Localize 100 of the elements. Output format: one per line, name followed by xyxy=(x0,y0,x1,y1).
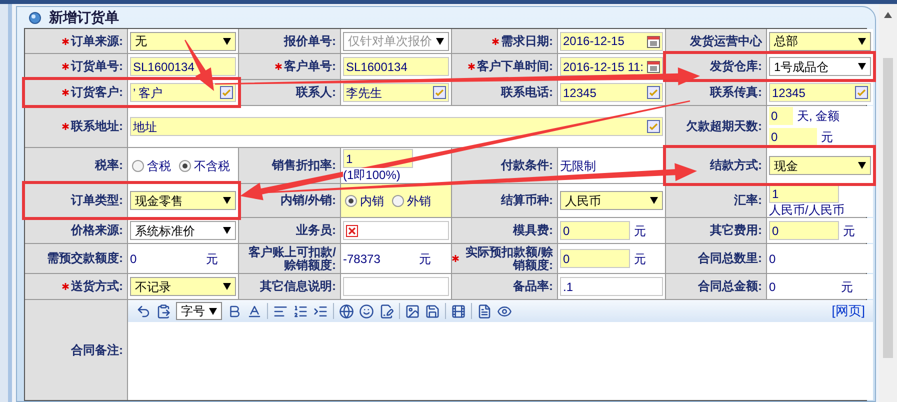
numbered-list-icon[interactable] xyxy=(293,304,308,318)
dropdown[interactable]: 总部 xyxy=(769,32,871,50)
input-field[interactable]: 12345 xyxy=(769,83,871,102)
calendar-icon[interactable] xyxy=(647,34,660,48)
input-field[interactable]: SL1600134 xyxy=(130,57,236,76)
radio-option[interactable]: 外销 xyxy=(392,192,431,210)
globe-bullet-icon xyxy=(29,12,41,24)
radio-option[interactable]: 含税 xyxy=(132,156,171,174)
field-label: 客户下单时间: xyxy=(477,60,553,73)
input-field[interactable]: 0 xyxy=(769,128,817,146)
unit-label: 人民币/人民币 xyxy=(769,203,844,217)
field-label: 报价单号: xyxy=(284,34,336,48)
globe-icon[interactable] xyxy=(339,304,354,318)
field-label: 需求日期: xyxy=(501,34,553,48)
dropdown[interactable]: 无 xyxy=(130,32,236,50)
field-label: 需预交款额度: xyxy=(47,252,123,265)
field-label: 其它费用: xyxy=(710,224,762,237)
input-field[interactable]: 0 xyxy=(769,221,839,240)
field-value: 0 xyxy=(769,278,776,296)
field-label: 订单类型: xyxy=(71,194,123,207)
required-icon xyxy=(62,38,69,44)
field-label: 合同总金额: xyxy=(698,280,762,293)
window-title: 新增订货单 xyxy=(49,8,119,27)
caret-icon xyxy=(223,283,231,290)
caret-icon xyxy=(436,38,444,44)
required-icon xyxy=(62,123,69,130)
field-value: 0 xyxy=(769,250,776,268)
field-label: 备品率: xyxy=(513,280,553,293)
bold-icon[interactable] xyxy=(227,304,242,318)
caret-icon xyxy=(650,197,658,204)
dropdown[interactable]: 系统标准价 xyxy=(130,221,236,240)
required-icon xyxy=(468,63,475,70)
radio-option[interactable]: 不含税 xyxy=(179,156,230,174)
caret-icon xyxy=(858,162,866,169)
edit-icon[interactable] xyxy=(433,86,446,99)
required-icon xyxy=(62,283,69,290)
field-label: 订货客户: xyxy=(71,86,123,99)
required-icon xyxy=(452,255,459,262)
scroll-thumb[interactable] xyxy=(883,58,893,358)
field-label: 送货方式: xyxy=(71,280,123,293)
input-field[interactable] xyxy=(343,221,449,240)
input-field[interactable]: 0 xyxy=(769,107,793,125)
field-value: 0 xyxy=(130,250,137,268)
text-color-icon[interactable] xyxy=(247,304,262,318)
document-icon[interactable] xyxy=(477,304,492,318)
input-field[interactable]: ’ 客户 xyxy=(130,83,236,102)
dropdown[interactable]: 现金零售 xyxy=(130,191,236,210)
caret-icon xyxy=(223,227,231,234)
paste-icon[interactable] xyxy=(156,304,171,318)
smiley-icon[interactable] xyxy=(359,304,374,318)
field-label: 客户单号: xyxy=(284,60,336,73)
field-label: 合同备注: xyxy=(71,344,123,356)
dropdown[interactable]: 1号成品仓 xyxy=(769,57,871,76)
input-field[interactable]: 12345 xyxy=(560,83,663,102)
edit-icon[interactable] xyxy=(647,120,660,133)
unit-label: (1即100%) xyxy=(343,168,400,182)
field-label: 联系传真: xyxy=(710,86,762,99)
input-field[interactable]: 2016-12-15 xyxy=(560,32,663,50)
field-label: 客户账上可扣款/赊销额度: xyxy=(248,246,336,272)
caret-icon xyxy=(223,38,231,44)
font-size-dropdown[interactable]: 字号 xyxy=(176,302,222,320)
unit-label: 元 xyxy=(634,252,646,266)
align-icon[interactable] xyxy=(273,304,288,318)
field-label: 联系电话: xyxy=(501,86,553,99)
dropdown[interactable]: 人民币 xyxy=(560,191,663,210)
input-field[interactable]: 2016-12-15 11: xyxy=(560,57,663,76)
input-field[interactable]: SL1600134 xyxy=(343,57,449,76)
image-icon[interactable] xyxy=(405,304,420,318)
web-mode-link[interactable]: [网页] xyxy=(832,301,865,321)
edit-icon[interactable] xyxy=(855,86,868,99)
field-label: 联系人: xyxy=(296,86,336,99)
dropdown[interactable]: 不记录 xyxy=(130,277,236,296)
clear-icon[interactable] xyxy=(346,224,358,236)
input-field[interactable] xyxy=(343,277,449,296)
input-field[interactable]: .1 xyxy=(560,277,663,296)
unit-label: 元 xyxy=(634,224,646,238)
field-label: 汇率: xyxy=(734,194,762,207)
dropdown[interactable]: 现金 xyxy=(769,156,871,175)
document-edit-icon[interactable] xyxy=(379,304,394,318)
radio-option[interactable]: 内销 xyxy=(345,192,384,210)
field-label: 发货仓库: xyxy=(710,60,762,73)
field-label: 订单来源: xyxy=(71,34,123,48)
input-field[interactable]: 0 xyxy=(560,249,630,268)
film-icon[interactable] xyxy=(451,304,466,318)
field-label: 价格来源: xyxy=(71,224,123,237)
field-label: 业务员: xyxy=(296,224,336,237)
field-label: 订货单号: xyxy=(71,60,123,73)
input-field[interactable]: 地址 xyxy=(130,117,663,136)
scroll-up-icon[interactable] xyxy=(884,12,892,18)
undo-icon[interactable] xyxy=(136,304,151,318)
eye-icon[interactable] xyxy=(497,304,512,318)
save-icon[interactable] xyxy=(425,304,440,318)
calendar-icon[interactable] xyxy=(647,60,660,73)
edit-icon[interactable] xyxy=(647,86,660,99)
input-field[interactable]: 0 xyxy=(560,221,630,240)
edit-icon[interactable] xyxy=(220,86,233,99)
caret-icon xyxy=(858,38,866,44)
input-field[interactable]: 李先生 xyxy=(343,83,449,102)
indent-icon[interactable] xyxy=(313,304,328,318)
unit-label: 元 xyxy=(206,250,218,268)
